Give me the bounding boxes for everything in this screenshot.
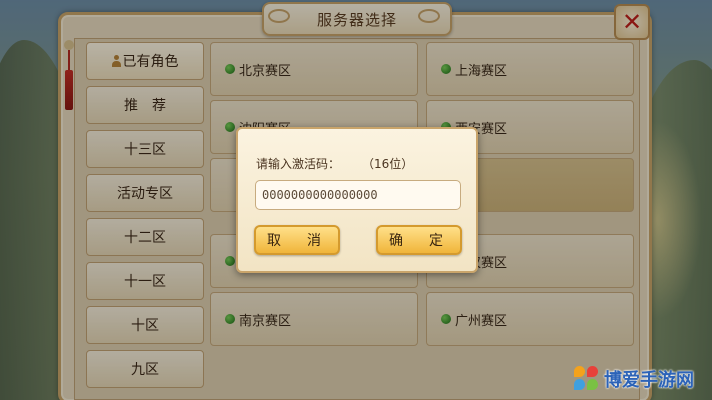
confirm-button-label: 确 定 <box>389 233 449 249</box>
activation-length-hint: （16位） <box>362 157 414 171</box>
activation-code-dialog: 请输入激活码： （16位） 取 消 确 定 <box>236 127 478 273</box>
confirm-button[interactable]: 确 定 <box>376 225 462 255</box>
cancel-button-label: 取 消 <box>267 233 327 249</box>
activation-code-input[interactable] <box>255 180 461 210</box>
cancel-button[interactable]: 取 消 <box>254 225 340 255</box>
watermark: 博爱手游网 <box>574 366 694 392</box>
watermark-text: 博爱手游网 <box>604 370 694 391</box>
pinwheel-logo-icon <box>574 366 600 392</box>
activation-prompt-label: 请输入激活码： <box>256 157 341 171</box>
